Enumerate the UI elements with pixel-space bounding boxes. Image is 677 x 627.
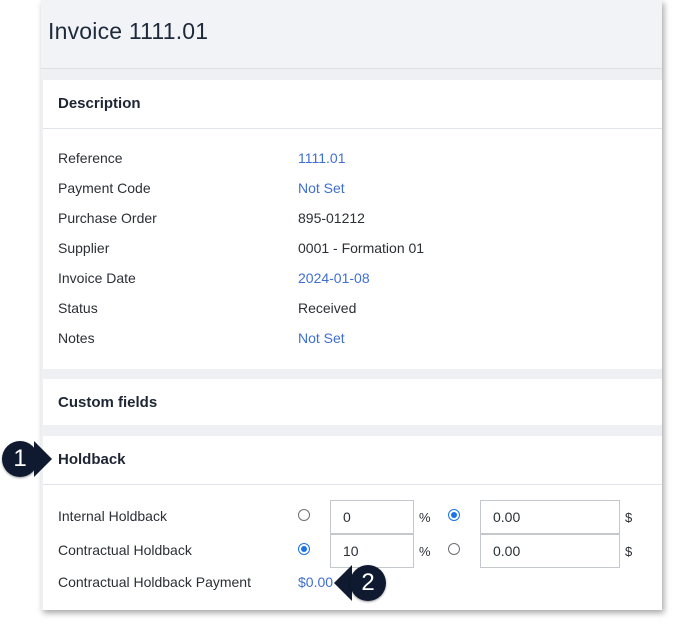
contractual-percent-input[interactable]: 10 — [330, 534, 414, 568]
supplier-value: 0001 - Formation 01 — [298, 240, 425, 256]
contractual-percent-unit: % — [419, 544, 431, 559]
page-title: Invoice 1111.01 — [48, 18, 209, 44]
contractual-percent-radio[interactable] — [298, 543, 310, 555]
contractual-payment-link[interactable]: $0.00 — [298, 574, 333, 590]
contractual-payment-label: Contractual Holdback Payment — [58, 574, 251, 590]
reference-label: Reference — [58, 150, 123, 166]
holdback-title: Holdback — [58, 451, 126, 468]
internal-percent-input[interactable]: 0 — [330, 500, 414, 534]
description-card: Description Reference 1111.01 Payment Co… — [43, 80, 662, 369]
invoice-date-link[interactable]: 2024-01-08 — [298, 270, 370, 286]
notes-link[interactable]: Not Set — [298, 330, 345, 346]
description-title: Description — [58, 95, 141, 112]
invoice-panel: Invoice 1111.01 Description Reference 11… — [41, 0, 662, 610]
callout-2-badge: 2 — [350, 565, 386, 601]
contractual-amount-unit: $ — [625, 544, 633, 559]
payment-code-label: Payment Code — [58, 180, 151, 196]
callout-1: 1 — [0, 441, 56, 477]
page-header: Invoice 1111.01 — [41, 0, 662, 69]
status-label: Status — [58, 300, 98, 316]
divider — [43, 484, 662, 485]
purchase-order-label: Purchase Order — [58, 210, 157, 226]
contractual-holdback-label: Contractual Holdback — [58, 542, 192, 558]
callout-2: 2 — [334, 564, 392, 602]
notes-label: Notes — [58, 330, 95, 346]
contractual-amount-input[interactable]: 0.00 — [480, 534, 620, 568]
status-value: Received — [298, 300, 357, 316]
internal-percent-unit: % — [419, 510, 431, 525]
callout-1-badge: 1 — [2, 441, 38, 477]
purchase-order-value: 895-01212 — [298, 210, 365, 226]
callout-1-pointer — [34, 441, 52, 477]
internal-percent-radio[interactable] — [298, 509, 310, 521]
divider — [43, 128, 662, 129]
contractual-amount-radio[interactable] — [448, 543, 460, 555]
custom-fields-card[interactable]: Custom fields — [43, 379, 662, 425]
reference-link[interactable]: 1111.01 — [298, 150, 346, 166]
internal-amount-unit: $ — [625, 510, 633, 525]
invoice-date-label: Invoice Date — [58, 270, 136, 286]
payment-code-link[interactable]: Not Set — [298, 180, 345, 196]
internal-holdback-label: Internal Holdback — [58, 508, 167, 524]
supplier-label: Supplier — [58, 240, 110, 256]
custom-fields-title[interactable]: Custom fields — [58, 394, 157, 411]
internal-amount-radio[interactable] — [448, 509, 460, 521]
internal-amount-input[interactable]: 0.00 — [480, 500, 620, 534]
